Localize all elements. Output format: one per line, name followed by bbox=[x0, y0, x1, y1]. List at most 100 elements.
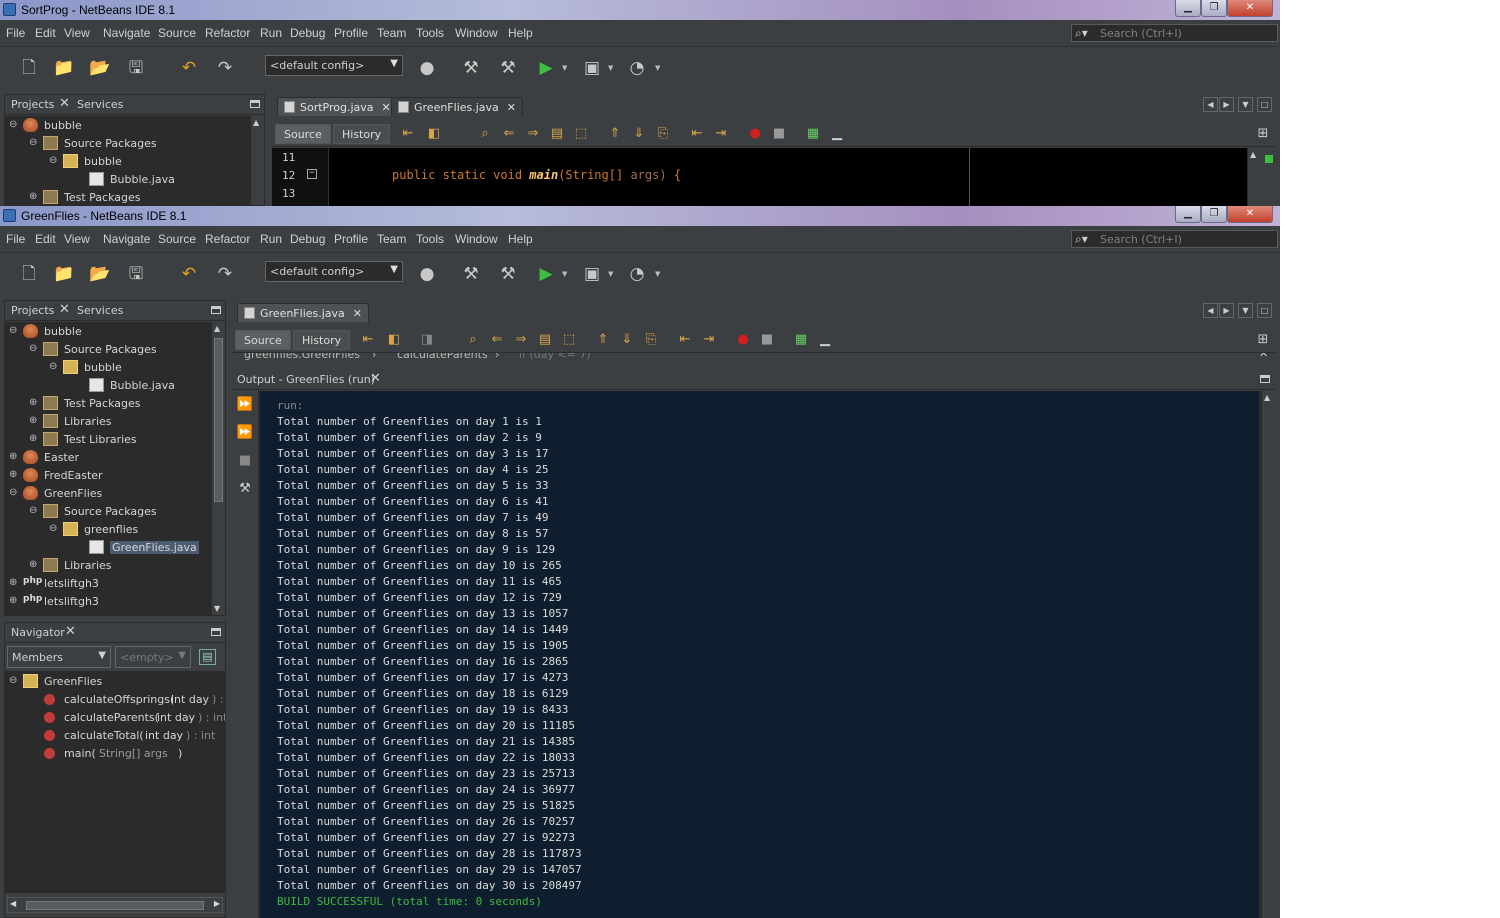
minimize-panel-icon[interactable] bbox=[211, 306, 221, 314]
next-bookmark-icon[interactable]: ⇓ bbox=[630, 125, 648, 143]
comment-icon[interactable]: ▦ bbox=[804, 125, 822, 143]
find-next-icon[interactable]: ⇒ bbox=[512, 331, 530, 349]
close-icon[interactable]: ✕ bbox=[59, 96, 70, 111]
config-select[interactable]: <default config> ▼ bbox=[265, 55, 403, 76]
members-filter-select[interactable]: Members ▼ bbox=[7, 646, 111, 668]
menu-navigate[interactable]: Navigate bbox=[103, 232, 150, 246]
new-project-icon[interactable]: 📁 bbox=[53, 57, 75, 79]
profile-icon[interactable]: ◔ bbox=[626, 263, 648, 285]
close-button[interactable]: ✕ bbox=[1227, 0, 1273, 17]
source-button[interactable]: Source bbox=[275, 124, 331, 144]
menu-view[interactable]: View bbox=[64, 232, 90, 246]
config-select[interactable]: <default config> ▼ bbox=[265, 261, 403, 282]
navigator-hscrollbar[interactable]: ◀ ▶ bbox=[7, 897, 223, 913]
breadcrumb-item[interactable]: if (day <= 7) bbox=[519, 353, 591, 361]
menu-view[interactable]: View bbox=[64, 26, 90, 40]
minimize-panel-icon[interactable] bbox=[250, 100, 260, 108]
tab-projects[interactable]: Projects bbox=[11, 304, 54, 317]
documents-list-icon[interactable]: ▼ bbox=[1238, 97, 1253, 112]
shift-right-icon[interactable]: ⇥ bbox=[700, 331, 718, 349]
clean-build-icon[interactable]: ⚒ bbox=[497, 57, 519, 79]
find-icon[interactable]: ⌕ bbox=[464, 331, 482, 349]
profile-icon[interactable]: ◔ bbox=[626, 57, 648, 79]
menu-team[interactable]: Team bbox=[377, 232, 406, 246]
run-icon[interactable]: ▶ bbox=[535, 57, 557, 79]
tab-services[interactable]: Services bbox=[77, 98, 123, 111]
new-file-icon[interactable]: 🗋 bbox=[18, 57, 40, 79]
toggle-highlight-icon[interactable]: ▤ bbox=[548, 125, 566, 143]
tab-services[interactable]: Services bbox=[77, 304, 123, 317]
browser-icon[interactable]: ● bbox=[416, 57, 438, 79]
undo-icon[interactable]: ↶ bbox=[178, 263, 200, 285]
debug-icon[interactable]: ▣ bbox=[581, 263, 603, 285]
debug-dropdown-icon[interactable]: ▼ bbox=[608, 270, 613, 278]
output-text[interactable]: run: Total number of Greenflies on day 1 … bbox=[260, 391, 1259, 918]
close-icon[interactable]: ✕ bbox=[59, 302, 70, 317]
code-editor[interactable]: 11 12 13 − public static void main(Strin… bbox=[272, 148, 1247, 206]
minimize-button[interactable]: ▁ bbox=[1175, 0, 1201, 17]
shift-left-icon[interactable]: ⇤ bbox=[688, 125, 706, 143]
comment-icon[interactable]: ▦ bbox=[792, 331, 810, 349]
last-edit-icon[interactable]: ⇤ bbox=[399, 125, 417, 143]
run-icon[interactable]: ▶ bbox=[535, 263, 557, 285]
search-input[interactable]: ⌕▾ Search (Ctrl+I) bbox=[1071, 230, 1278, 248]
toggle-select-icon[interactable]: ⬚ bbox=[572, 125, 590, 143]
menu-file[interactable]: File bbox=[6, 26, 25, 40]
tab-navigator[interactable]: Navigator bbox=[11, 626, 65, 639]
build-icon[interactable]: ⚒ bbox=[460, 57, 482, 79]
shift-left-icon[interactable]: ⇤ bbox=[676, 331, 694, 349]
toggle-bookmark-icon[interactable]: ⎘ bbox=[654, 125, 672, 143]
next-bookmark-icon[interactable]: ⇓ bbox=[618, 331, 636, 349]
close-icon[interactable]: ✕ bbox=[507, 101, 516, 114]
open-project-icon[interactable]: 📂 bbox=[89, 263, 111, 285]
settings-icon[interactable]: ⚒ bbox=[236, 480, 254, 498]
run-dropdown-icon[interactable]: ▼ bbox=[562, 270, 567, 278]
tab-greenflies-java[interactable]: GreenFlies.java ✕ bbox=[237, 303, 370, 322]
close-icon[interactable]: ✕ bbox=[1259, 353, 1268, 360]
toggle-bookmark-icon[interactable]: ⎘ bbox=[642, 331, 660, 349]
secondary-filter-select[interactable]: <empty> ▼ bbox=[115, 646, 191, 668]
breadcrumb-item[interactable]: calculateParents bbox=[397, 353, 488, 361]
scroll-right-icon[interactable]: ▶ bbox=[1219, 303, 1234, 318]
maximize-button[interactable]: ❐ bbox=[1201, 0, 1227, 17]
tree-scrollbar[interactable]: ▲ bbox=[250, 116, 264, 205]
rerun-customized-icon[interactable]: ⏩ bbox=[236, 424, 254, 442]
tab-sortprog-java[interactable]: SortProg.java ✕ bbox=[277, 97, 398, 116]
debug-icon[interactable]: ▣ bbox=[581, 57, 603, 79]
debug-dropdown-icon[interactable]: ▼ bbox=[608, 64, 613, 72]
shift-right-icon[interactable]: ⇥ bbox=[712, 125, 730, 143]
menu-help[interactable]: Help bbox=[508, 232, 533, 246]
toggle-highlight-icon[interactable]: ▤ bbox=[536, 331, 554, 349]
save-all-icon[interactable]: 🖫 bbox=[125, 57, 147, 79]
open-project-icon[interactable]: 📂 bbox=[89, 57, 111, 79]
close-icon[interactable]: ✕ bbox=[382, 101, 391, 114]
clean-build-icon[interactable]: ⚒ bbox=[497, 263, 519, 285]
close-button[interactable]: ✕ bbox=[1227, 206, 1273, 223]
scroll-left-icon[interactable]: ◀ bbox=[1203, 303, 1218, 318]
history-button[interactable]: History bbox=[293, 330, 351, 350]
menu-profile[interactable]: Profile bbox=[334, 232, 368, 246]
start-macro-icon[interactable]: ● bbox=[746, 125, 764, 143]
back-icon[interactable]: ◧ bbox=[425, 125, 443, 143]
menu-profile[interactable]: Profile bbox=[334, 26, 368, 40]
menu-edit[interactable]: Edit bbox=[35, 26, 56, 40]
menu-edit[interactable]: Edit bbox=[35, 232, 56, 246]
rerun-icon[interactable]: ⏩ bbox=[236, 396, 254, 414]
fold-icon[interactable]: − bbox=[307, 169, 317, 179]
menu-debug[interactable]: Debug bbox=[290, 232, 325, 246]
find-icon[interactable]: ⌕ bbox=[476, 125, 494, 143]
redo-icon[interactable]: ↷ bbox=[214, 57, 236, 79]
menu-refactor[interactable]: Refactor bbox=[205, 26, 250, 40]
menu-help[interactable]: Help bbox=[508, 26, 533, 40]
tab-projects[interactable]: Projects bbox=[11, 98, 54, 111]
tree-scrollbar[interactable]: ▲ ▼ bbox=[211, 322, 225, 615]
stop-icon[interactable]: ■ bbox=[236, 452, 254, 470]
undo-icon[interactable]: ↶ bbox=[178, 57, 200, 79]
save-all-icon[interactable]: 🖫 bbox=[125, 263, 147, 285]
menu-debug[interactable]: Debug bbox=[290, 26, 325, 40]
menu-run[interactable]: Run bbox=[260, 232, 282, 246]
menu-source[interactable]: Source bbox=[158, 26, 196, 40]
new-file-icon[interactable]: 🗋 bbox=[18, 263, 40, 285]
redo-icon[interactable]: ↷ bbox=[214, 263, 236, 285]
scroll-left-icon[interactable]: ◀ bbox=[1203, 97, 1218, 112]
